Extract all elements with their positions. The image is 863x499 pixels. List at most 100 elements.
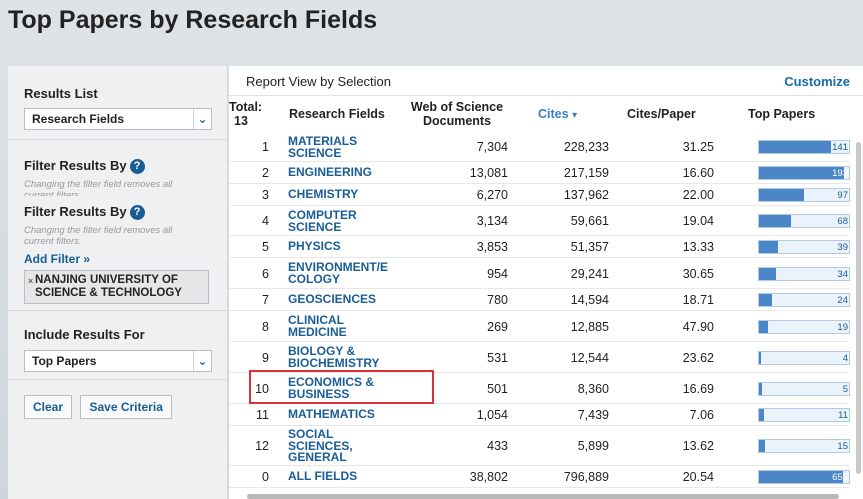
column-header-cites-per-paper[interactable]: Cites/Paper bbox=[627, 107, 696, 121]
top-papers-value: 34 bbox=[837, 269, 848, 280]
research-field-link[interactable]: BIOLOGY & BIOCHEMISTRY bbox=[288, 345, 380, 369]
rank-cell: 5 bbox=[262, 240, 269, 254]
top-papers-bar-fill bbox=[759, 215, 791, 227]
page-title: Top Papers by Research Fields bbox=[8, 6, 378, 34]
table-row: 2 ENGINEERING 13,081 217,159 16.60 193 bbox=[229, 162, 850, 184]
cites-cell: 5,899 bbox=[577, 439, 609, 453]
top-papers-bar-fill bbox=[759, 189, 804, 201]
cites-per-paper-cell: 19.04 bbox=[682, 214, 714, 228]
total-count: Total: 13 bbox=[229, 100, 263, 128]
top-papers-value: 655 bbox=[832, 472, 848, 483]
results-panel: Report View by Selection Customize Total… bbox=[229, 66, 863, 499]
filter-results-label: Filter Results By? bbox=[24, 204, 212, 220]
top-papers-bar[interactable]: 655 bbox=[758, 470, 850, 484]
help-icon[interactable]: ? bbox=[129, 205, 145, 220]
table-row: 3 CHEMISTRY 6,270 137,962 22.00 97 bbox=[229, 184, 850, 206]
top-papers-bar[interactable]: 193 bbox=[758, 166, 850, 180]
panel-header: Report View by Selection Customize bbox=[229, 66, 863, 96]
top-papers-value: 141 bbox=[832, 142, 848, 153]
report-view-label: Report View by Selection bbox=[246, 74, 392, 89]
wos-documents-cell: 1,054 bbox=[476, 408, 508, 422]
wos-documents-cell: 780 bbox=[487, 293, 508, 307]
clear-button[interactable]: Clear bbox=[24, 395, 73, 419]
research-field-link[interactable]: CHEMISTRY bbox=[288, 188, 358, 201]
rank-cell: 3 bbox=[262, 188, 269, 202]
top-papers-value: 193 bbox=[832, 168, 848, 179]
research-field-link[interactable]: ENVIRONMENT/E COLOGY bbox=[288, 261, 388, 285]
column-header-research-fields[interactable]: Research Fields bbox=[289, 107, 385, 121]
top-papers-bar[interactable]: 4 bbox=[758, 351, 850, 365]
filter-results-label: Filter Results By? bbox=[24, 158, 212, 174]
vertical-scrollbar[interactable] bbox=[855, 138, 863, 478]
top-papers-value: 39 bbox=[837, 242, 848, 253]
results-list-select[interactable]: Research Fields ⌄ bbox=[24, 108, 212, 130]
top-papers-value: 11 bbox=[838, 410, 848, 421]
research-field-link[interactable]: MATERIALS SCIENCE bbox=[288, 135, 357, 159]
table-row: 6 ENVIRONMENT/E COLOGY 954 29,241 30.65 34 bbox=[229, 258, 850, 289]
rank-cell: 0 bbox=[262, 470, 269, 484]
help-icon[interactable]: ? bbox=[129, 159, 145, 174]
rank-cell: 6 bbox=[262, 267, 269, 281]
cites-cell: 217,159 bbox=[563, 166, 609, 180]
top-papers-bar[interactable]: 141 bbox=[758, 140, 850, 154]
research-field-link[interactable]: COMPUTER SCIENCE bbox=[288, 209, 357, 233]
table-row: 8 CLINICAL MEDICINE 269 12,885 47.90 19 bbox=[229, 311, 850, 342]
research-field-link[interactable]: PHYSICS bbox=[288, 240, 341, 253]
research-field-link[interactable]: GEOSCIENCES bbox=[288, 293, 376, 306]
top-papers-bar[interactable]: 24 bbox=[758, 293, 850, 307]
table-row: 1 MATERIALS SCIENCE 7,304 228,233 31.25 141 bbox=[229, 132, 850, 162]
top-papers-bar-fill bbox=[759, 141, 831, 153]
top-papers-bar[interactable]: 19 bbox=[758, 320, 850, 334]
table-row: 11 MATHEMATICS 1,054 7,439 7.06 11 bbox=[229, 404, 850, 426]
rank-cell: 8 bbox=[262, 320, 269, 334]
top-papers-bar-fill bbox=[759, 294, 772, 306]
top-papers-bar-fill bbox=[759, 268, 777, 280]
cites-cell: 7,439 bbox=[577, 408, 609, 422]
cites-cell: 59,661 bbox=[570, 214, 609, 228]
filter-hint: Changing the filter field removes all cu… bbox=[24, 225, 173, 247]
include-results-select[interactable]: Top Papers ⌄ bbox=[24, 350, 212, 372]
save-criteria-button[interactable]: Save Criteria bbox=[80, 395, 172, 419]
wos-documents-cell: 7,304 bbox=[476, 140, 508, 154]
top-papers-bar-fill bbox=[759, 471, 843, 483]
top-papers-value: 4 bbox=[842, 353, 848, 364]
top-papers-value: 19 bbox=[837, 322, 848, 333]
cites-cell: 8,360 bbox=[577, 382, 609, 396]
top-papers-bar[interactable]: 68 bbox=[758, 214, 850, 228]
research-field-link[interactable]: MATHEMATICS bbox=[288, 408, 375, 421]
customize-link[interactable]: Customize bbox=[784, 74, 850, 89]
top-papers-bar[interactable]: 39 bbox=[758, 240, 850, 254]
research-field-link[interactable]: ALL FIELDS bbox=[288, 470, 357, 483]
column-header-wos-documents[interactable]: Web of Science Documents bbox=[405, 100, 509, 128]
cites-cell: 14,594 bbox=[570, 293, 609, 307]
top-papers-bar[interactable]: 5 bbox=[758, 382, 850, 396]
rank-cell: 2 bbox=[262, 166, 269, 180]
top-papers-bar-fill bbox=[759, 383, 762, 395]
remove-filter-icon[interactable]: × bbox=[28, 275, 33, 288]
cites-per-paper-cell: 30.65 bbox=[682, 267, 714, 281]
chevron-down-icon: ⌄ bbox=[193, 109, 211, 129]
column-header-top-papers[interactable]: Top Papers bbox=[748, 107, 815, 121]
research-field-link[interactable]: CLINICAL MEDICINE bbox=[288, 314, 347, 338]
filter-chip: × NANJING UNIVERSITY OF SCIENCE & TECHNO… bbox=[24, 270, 209, 304]
rank-cell: 9 bbox=[262, 351, 269, 365]
rank-cell: 1 bbox=[262, 140, 269, 154]
filter-chip-label: SCIENCE & TECHNOLOGY bbox=[35, 287, 182, 299]
column-header-cites[interactable]: Cites ▾ bbox=[538, 107, 577, 123]
research-field-link[interactable]: SOCIAL SCIENCES, GENERAL bbox=[288, 428, 353, 464]
research-field-link[interactable]: ENGINEERING bbox=[288, 166, 372, 179]
top-papers-bar-fill bbox=[759, 321, 768, 333]
add-filter-link[interactable]: Add Filter » bbox=[24, 252, 212, 266]
wos-documents-cell: 954 bbox=[487, 267, 508, 281]
top-papers-bar[interactable]: 15 bbox=[758, 439, 850, 453]
horizontal-scrollbar[interactable] bbox=[229, 493, 863, 499]
top-papers-bar[interactable]: 11 bbox=[758, 408, 850, 422]
top-papers-bar[interactable]: 97 bbox=[758, 188, 850, 202]
top-papers-bar[interactable]: 34 bbox=[758, 267, 850, 281]
include-results-label: Include Results For bbox=[24, 327, 145, 342]
cites-per-paper-cell: 23.62 bbox=[682, 351, 714, 365]
cites-per-paper-cell: 20.54 bbox=[682, 470, 714, 484]
top-papers-value: 15 bbox=[837, 441, 848, 452]
wos-documents-cell: 6,270 bbox=[476, 188, 508, 202]
table-row: 9 BIOLOGY & BIOCHEMISTRY 531 12,544 23.62 4 bbox=[229, 342, 850, 373]
